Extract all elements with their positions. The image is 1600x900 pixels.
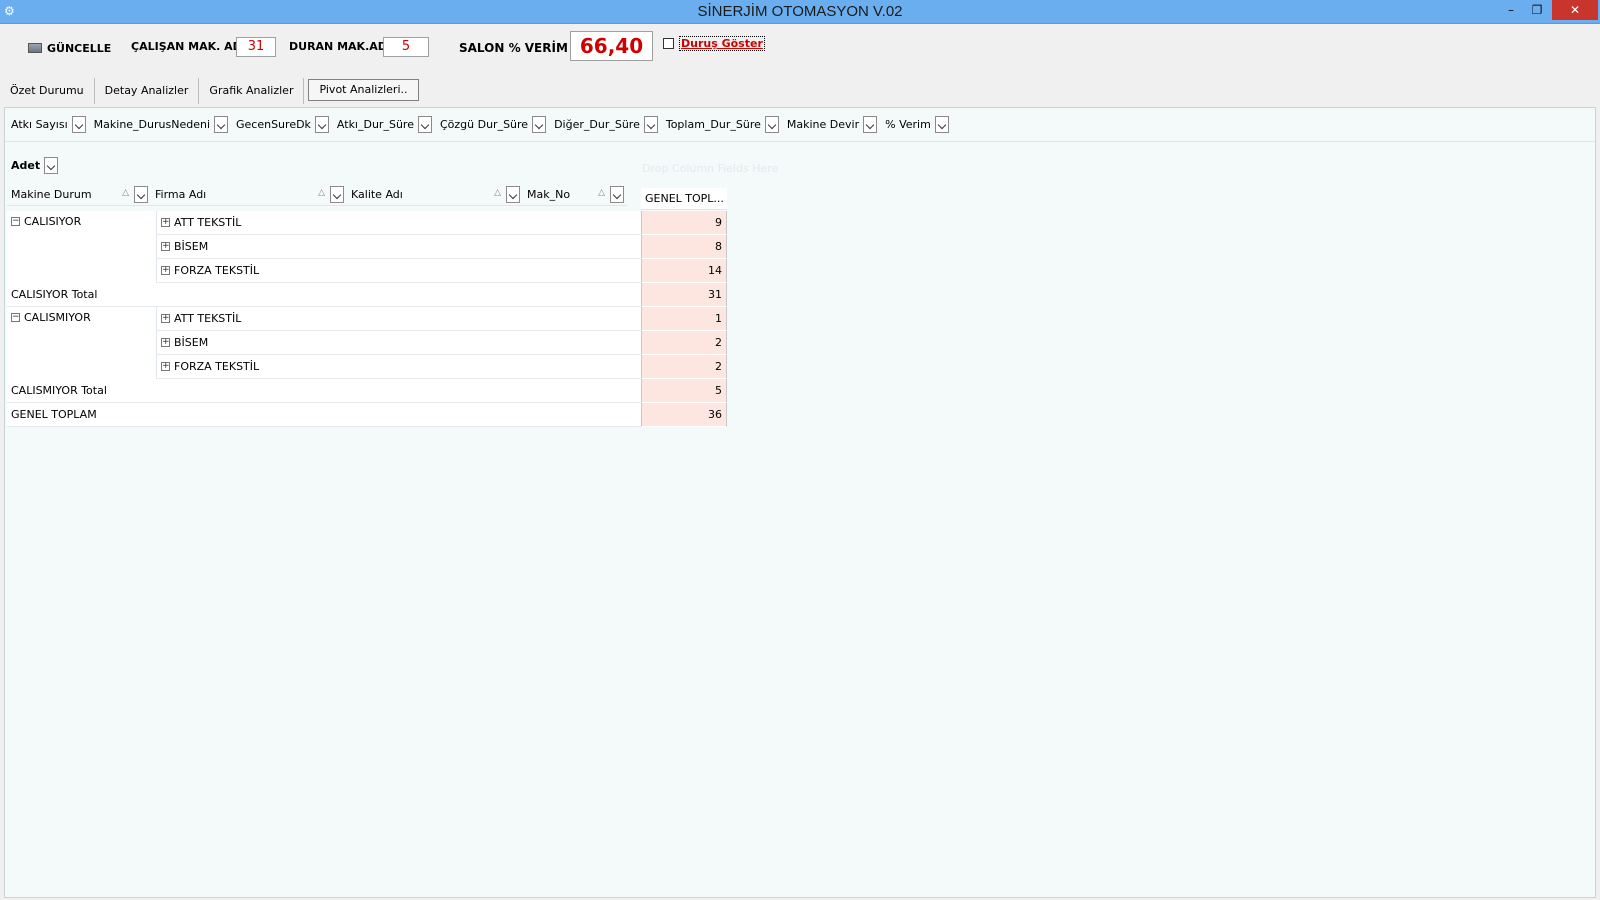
group-total-row: CALISIYOR Total	[7, 283, 641, 307]
chevron-down-icon[interactable]	[506, 186, 520, 203]
value-cell[interactable]: 1	[641, 307, 727, 331]
title-bar: ⚙ SİNERJİM OTOMASYON V.02 – ❐ ✕	[0, 0, 1600, 24]
pivot-grid: Atkı Sayısı Makine_DurusNedeni GecenSure…	[4, 107, 1596, 898]
table-row: + FORZA TEKSTİL	[157, 259, 641, 283]
show-stops-checkbox[interactable]	[663, 38, 674, 49]
sort-icon: △	[598, 188, 605, 198]
row-field-quality-name[interactable]: Kalite Adı △	[347, 184, 523, 206]
working-machines-value: 31	[236, 37, 276, 57]
stopped-machines-value: 5	[383, 37, 429, 57]
group-rows: + ATT TEKSTİL + BİSEM + FORZA TEKSTİL	[157, 211, 641, 283]
grand-total-row: GENEL TOPLAM	[7, 403, 641, 427]
chevron-down-icon[interactable]	[934, 116, 949, 133]
tab-detail-analysis[interactable]: Detay Analizler	[95, 78, 200, 104]
filter-field[interactable]: Diğer_Dur_Süre	[554, 115, 658, 135]
sort-icon: △	[494, 188, 501, 198]
chevron-down-icon[interactable]	[214, 116, 228, 133]
grand-total-column-header: GENEL TOPL...	[641, 188, 727, 210]
chevron-down-icon[interactable]	[764, 116, 779, 133]
filter-field[interactable]: Çözgü Dur_Süre	[440, 115, 547, 135]
table-row: + BİSEM	[157, 331, 641, 355]
group-total-value[interactable]: 5	[641, 379, 727, 403]
data-field[interactable]: Adet	[11, 155, 59, 175]
chevron-down-icon[interactable]	[417, 116, 432, 133]
group-total-row: CALISMIYOR Total	[7, 379, 641, 403]
refresh-icon	[28, 43, 42, 53]
tab-summary[interactable]: Özet Durumu	[0, 78, 95, 104]
expand-icon[interactable]: +	[161, 266, 170, 275]
minimize-button[interactable]: –	[1497, 0, 1525, 20]
value-cell[interactable]: 2	[641, 355, 727, 379]
toolbar: GÜNCELLE ÇALIŞAN MAK. AD. 31 DURAN MAK.A…	[0, 24, 1600, 76]
chevron-down-icon[interactable]	[330, 186, 344, 203]
chevron-down-icon[interactable]	[863, 116, 878, 133]
refresh-button[interactable]: GÜNCELLE	[28, 39, 111, 57]
table-row: + ATT TEKSTİL	[157, 211, 641, 235]
expand-icon[interactable]: +	[161, 242, 170, 251]
filter-field[interactable]: Atkı_Dur_Süre	[337, 115, 432, 135]
sort-icon: △	[318, 188, 325, 198]
tab-chart-analysis[interactable]: Grafik Analizler	[199, 78, 305, 104]
row-field-firm-name[interactable]: Firma Adı △	[151, 184, 347, 206]
filter-field[interactable]: Makine_DurusNedeni	[94, 115, 228, 135]
table-row: + ATT TEKSTİL	[157, 307, 641, 331]
close-button[interactable]: ✕	[1552, 0, 1598, 20]
value-cell[interactable]: 14	[641, 259, 727, 283]
working-machines-label: ÇALIŞAN MAK. AD.	[131, 40, 246, 53]
group-rows: + ATT TEKSTİL + BİSEM + FORZA TEKSTİL	[157, 307, 641, 379]
table-row: + FORZA TEKSTİL	[157, 355, 641, 379]
efficiency-value: 66,40	[570, 31, 653, 61]
maximize-button[interactable]: ❐	[1523, 0, 1551, 20]
stopped-machines-label: DURAN MAK.AD.	[289, 40, 392, 53]
chevron-down-icon[interactable]	[71, 116, 86, 133]
grand-total-value[interactable]: 36	[641, 403, 727, 427]
filter-field-bar: Atkı Sayısı Makine_DurusNedeni GecenSure…	[5, 108, 1595, 142]
filter-field[interactable]: Makine Devir	[787, 115, 878, 135]
efficiency-label: SALON % VERİM	[459, 41, 568, 55]
window-title: SİNERJİM OTOMASYON V.02	[697, 3, 903, 20]
expand-icon[interactable]: +	[161, 314, 170, 323]
refresh-label: GÜNCELLE	[47, 41, 112, 55]
chevron-down-icon[interactable]	[532, 116, 547, 133]
filter-field[interactable]: GecenSureDk	[236, 115, 329, 135]
chevron-down-icon[interactable]	[643, 116, 658, 133]
group-header[interactable]: − CALISIYOR	[7, 211, 157, 283]
tab-pivot-analysis[interactable]: Pivot Analizleri..	[308, 79, 419, 101]
chevron-down-icon[interactable]	[610, 186, 624, 203]
chevron-down-icon[interactable]	[314, 116, 329, 133]
expand-icon[interactable]: +	[161, 362, 170, 371]
expand-icon[interactable]: +	[161, 338, 170, 347]
row-field-headers: Makine Durum △ Firma Adı △ Kalite Adı △ Mak…	[7, 184, 627, 208]
value-cell[interactable]: 8	[641, 235, 727, 259]
table-row: + BİSEM	[157, 235, 641, 259]
filter-field[interactable]: Atkı Sayısı	[11, 115, 86, 135]
expand-icon[interactable]: +	[161, 218, 170, 227]
row-field-machine-no[interactable]: Mak_No △	[523, 184, 627, 206]
chevron-down-icon[interactable]	[44, 156, 59, 174]
value-cell[interactable]: 9	[641, 211, 727, 235]
column-drop-hint: Drop Column Fields Here	[642, 162, 779, 175]
tab-strip: Özet Durumu Detay Analizler Grafik Anali…	[0, 76, 1600, 106]
row-field-machine-status[interactable]: Makine Durum △	[7, 184, 151, 206]
chevron-down-icon[interactable]	[134, 186, 148, 203]
show-stops-label[interactable]: Duruş Göster	[679, 36, 765, 51]
collapse-icon[interactable]: −	[11, 217, 20, 226]
group-total-value[interactable]: 31	[641, 283, 727, 307]
group-header[interactable]: − CALISMIYOR	[7, 307, 157, 379]
value-cell[interactable]: 2	[641, 331, 727, 355]
sort-icon: △	[122, 188, 129, 198]
collapse-icon[interactable]: −	[11, 313, 20, 322]
filter-field[interactable]: % Verim	[885, 115, 949, 135]
filter-field[interactable]: Toplam_Dur_Süre	[666, 115, 779, 135]
